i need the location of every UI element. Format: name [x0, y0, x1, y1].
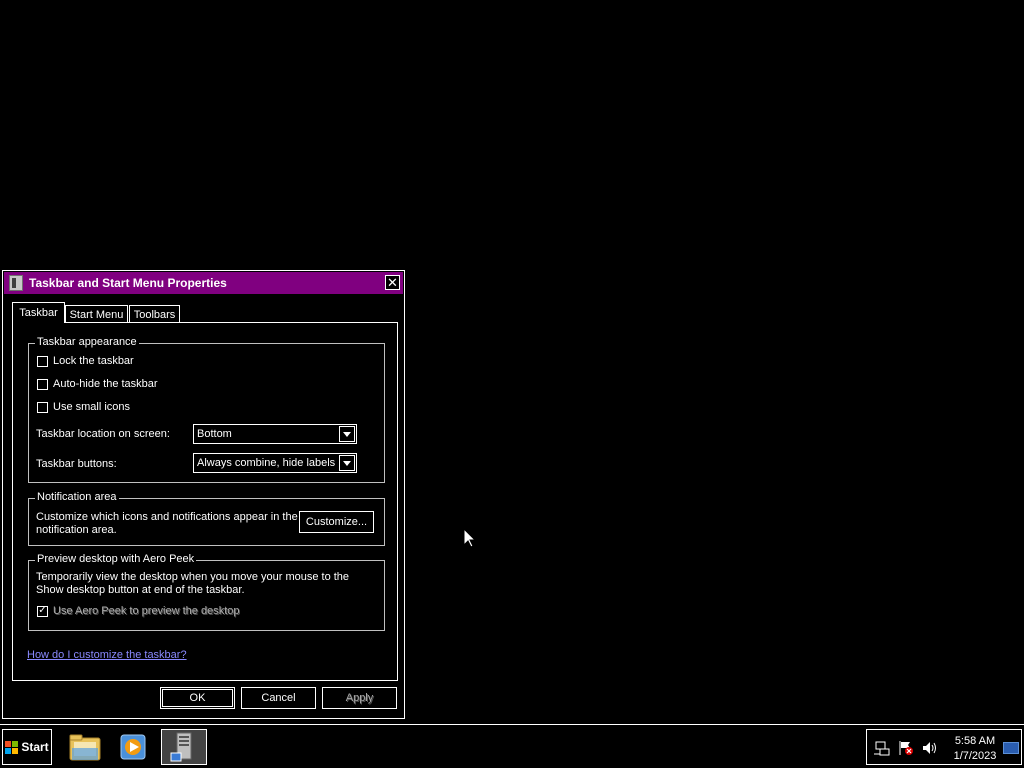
taskbar-properties-dialog: Taskbar and Start Menu Properties ✕ Task… [2, 270, 405, 719]
volume-icon[interactable] [922, 740, 938, 756]
show-desktop-icon[interactable] [1003, 742, 1019, 754]
close-icon: ✕ [387, 275, 398, 290]
server-manager-icon[interactable] [161, 729, 207, 765]
customize-help-link[interactable]: How do I customize the taskbar? [27, 649, 187, 661]
dialog-titlebar[interactable]: Taskbar and Start Menu Properties ✕ [4, 272, 403, 294]
taskbar-tab-panel: Taskbar appearance Lock the taskbar Auto… [12, 322, 398, 681]
lock-taskbar-checkbox[interactable] [37, 355, 48, 367]
network-icon[interactable] [874, 740, 890, 756]
customize-button[interactable]: Customize... [299, 511, 374, 533]
location-dropdown[interactable]: Bottom [193, 424, 357, 444]
taskbar-appearance-title: Taskbar appearance [35, 336, 139, 348]
lock-taskbar-label: Lock the taskbar [53, 355, 134, 367]
notification-area-group: Notification area Customize which icons … [28, 491, 385, 546]
aero-peek-option[interactable]: ✓ Use Aero Peek to preview the desktop [37, 605, 240, 617]
lock-taskbar-option[interactable]: Lock the taskbar [37, 355, 134, 367]
windows-explorer-icon[interactable] [62, 729, 108, 765]
notification-area-title: Notification area [35, 491, 119, 503]
location-value: Bottom [197, 428, 232, 440]
taskbar-appearance-group: Taskbar appearance Lock the taskbar Auto… [28, 336, 385, 483]
aero-peek-checkbox[interactable]: ✓ [37, 605, 48, 617]
clock[interactable]: 5:58 AM 1/7/2023 [945, 734, 1005, 764]
autohide-taskbar-option[interactable]: Auto-hide the taskbar [37, 378, 158, 390]
small-icons-option[interactable]: Use small icons [37, 401, 130, 413]
aero-peek-label: Use Aero Peek to preview the desktop [53, 605, 240, 617]
chevron-down-icon[interactable] [339, 426, 355, 442]
ok-button[interactable]: OK [160, 687, 235, 709]
aero-peek-description: Temporarily view the desktop when you mo… [36, 571, 350, 596]
mouse-cursor-icon [464, 529, 476, 548]
media-player-icon[interactable] [110, 729, 156, 765]
aero-peek-group: Preview desktop with Aero Peek Temporari… [28, 553, 385, 631]
autohide-taskbar-checkbox[interactable] [37, 378, 48, 390]
small-icons-label: Use small icons [53, 401, 131, 413]
tab-start-menu[interactable]: Start Menu [65, 305, 128, 323]
notification-description: Customize which icons and notifications … [36, 511, 298, 536]
cancel-button[interactable]: Cancel [241, 687, 316, 709]
action-center-flag-icon[interactable] [898, 740, 914, 756]
clock-time: 5:58 AM [954, 735, 996, 747]
apply-button[interactable]: Apply [322, 687, 397, 709]
aero-peek-title: Preview desktop with Aero Peek [35, 553, 197, 565]
location-label: Taskbar location on screen: [36, 428, 170, 440]
clock-date: 1/7/2023 [953, 750, 997, 762]
properties-app-icon [9, 275, 23, 291]
close-button[interactable]: ✕ [385, 275, 400, 290]
taskbar-buttons-dropdown[interactable]: Always combine, hide labels [193, 453, 357, 473]
start-button[interactable]: Start [2, 729, 52, 765]
autohide-taskbar-label: Auto-hide the taskbar [53, 378, 158, 390]
tab-toolbars[interactable]: Toolbars [129, 305, 180, 323]
small-icons-checkbox[interactable] [37, 401, 48, 413]
windows-logo-icon [5, 740, 19, 754]
chevron-down-icon[interactable] [339, 455, 355, 471]
tab-taskbar[interactable]: Taskbar [12, 302, 65, 325]
dialog-title: Taskbar and Start Menu Properties [29, 276, 227, 290]
buttons-label: Taskbar buttons: [36, 458, 117, 470]
start-label: Start [21, 740, 49, 754]
taskbar: Start 5:58 AM 1/7/2023 [0, 724, 1024, 768]
notification-tray: 5:58 AM 1/7/2023 [866, 729, 1022, 765]
taskbar-buttons-value: Always combine, hide labels [197, 457, 336, 469]
